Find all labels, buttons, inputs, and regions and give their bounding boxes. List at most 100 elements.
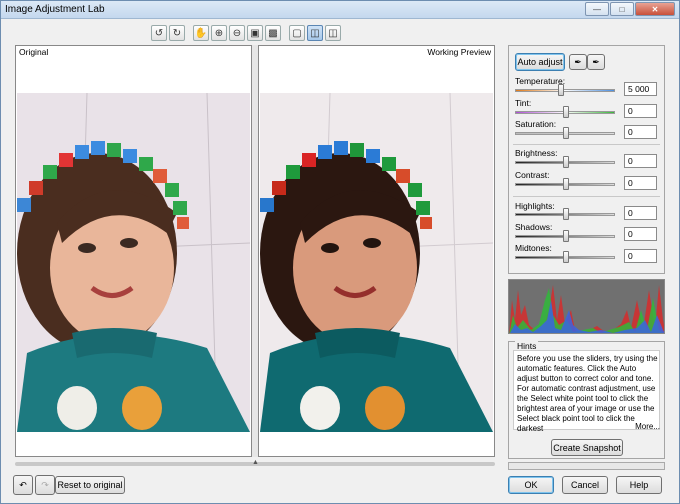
brightness-slider[interactable] — [515, 156, 615, 168]
white-point-eyedropper-icon: ✒ — [574, 56, 582, 67]
saturation-field[interactable]: 0 — [624, 125, 657, 139]
temperature-slider[interactable] — [515, 84, 615, 96]
separator — [513, 196, 660, 197]
rotate-left-button[interactable]: ↺ — [151, 25, 167, 41]
brightness-thumb[interactable] — [563, 156, 569, 168]
original-label: Original — [19, 47, 49, 57]
tint-slider[interactable] — [515, 106, 615, 118]
tint-label: Tint: — [515, 98, 532, 108]
zoom-fit-button[interactable]: ▣ — [247, 25, 263, 41]
highlights-thumb[interactable] — [563, 208, 569, 220]
cancel-label: Cancel — [570, 480, 599, 490]
highlights-slider[interactable] — [515, 208, 615, 220]
zoom-out-button[interactable]: ⊖ — [229, 25, 245, 41]
pan-hand-icon: ✋ — [194, 27, 208, 39]
close-button[interactable]: ✕ — [635, 2, 675, 16]
tint-field[interactable]: 0 — [624, 104, 657, 118]
highlights-field[interactable]: 0 — [624, 206, 657, 220]
auto-adjust-button[interactable]: Auto adjust — [515, 53, 565, 71]
help-button[interactable]: Help — [616, 476, 662, 494]
midtones-slider[interactable] — [515, 251, 615, 263]
minimize-icon: — — [593, 4, 601, 14]
reset-to-original-button[interactable]: Reset to original — [55, 476, 125, 494]
contrast-field[interactable]: 0 — [624, 176, 657, 190]
single-view-icon: ▢ — [292, 27, 302, 39]
create-snapshot-button[interactable]: Create Snapshot — [551, 439, 623, 456]
bottom-bar: ↶ ↷ Reset to original OK Cancel Help — [1, 473, 679, 503]
shadows-thumb[interactable] — [563, 230, 569, 242]
original-pane: Original — [15, 45, 252, 457]
single-view-button[interactable]: ▢ — [289, 25, 305, 41]
minimize-button[interactable]: — — [585, 2, 609, 16]
auto-adjust-label: Auto adjust — [517, 57, 563, 67]
pan-tool-button[interactable]: ✋ — [193, 25, 209, 41]
progress-bar — [508, 462, 665, 470]
maximize-button[interactable]: □ — [610, 2, 634, 16]
histogram-graph — [509, 280, 664, 333]
create-snapshot-label: Create Snapshot — [553, 442, 621, 453]
cancel-button[interactable]: Cancel — [562, 476, 608, 494]
adjustment-panel: Auto adjust ✒ ✒ Temperature: 5 000 Tint:… — [508, 45, 665, 274]
hints-textbox: Before you use the sliders, try using th… — [513, 350, 660, 433]
maximize-icon: □ — [619, 4, 625, 14]
midtones-label: Midtones: — [515, 243, 552, 253]
histogram — [508, 279, 665, 334]
saturation-slider[interactable] — [515, 127, 615, 139]
image-adjustment-dialog: Image Adjustment Lab — □ ✕ ↺ ↻ ✋ ⊕ ⊖ ▣ ▩… — [0, 0, 680, 504]
contrast-slider[interactable] — [515, 178, 615, 190]
split-preview-button[interactable]: ◫ — [325, 25, 341, 41]
highlights-label: Highlights: — [515, 201, 555, 211]
ok-button[interactable]: OK — [508, 476, 554, 494]
reset-label: Reset to original — [57, 480, 123, 490]
midtones-field[interactable]: 0 — [624, 249, 657, 263]
temperature-field[interactable]: 5 000 — [624, 82, 657, 96]
shadows-field[interactable]: 0 — [624, 227, 657, 241]
zoom-in-button[interactable]: ⊕ — [211, 25, 227, 41]
undo-button[interactable]: ↶ — [13, 475, 33, 495]
redo-button[interactable]: ↷ — [35, 475, 55, 495]
brightness-field[interactable]: 0 — [624, 154, 657, 168]
brightness-label: Brightness: — [515, 148, 558, 158]
collapse-arrow-icon[interactable]: ▲ — [252, 459, 259, 466]
undo-icon: ↶ — [19, 479, 27, 490]
zoom-in-icon: ⊕ — [214, 27, 224, 39]
original-photo[interactable] — [17, 93, 250, 432]
split-view-icon: ◫ — [310, 27, 320, 39]
rotate-right-button[interactable]: ↻ — [169, 25, 185, 41]
separator — [513, 144, 660, 145]
white-point-button[interactable]: ✒ — [569, 54, 587, 70]
split-preview-icon: ◫ — [328, 27, 338, 39]
rotate-left-icon: ↺ — [154, 27, 164, 39]
actual-size-button[interactable]: ▩ — [265, 25, 281, 41]
title-bar: Image Adjustment Lab — □ ✕ — [1, 1, 679, 19]
view-toolbar: ↺ ↻ ✋ ⊕ ⊖ ▣ ▩ ▢ ◫ ◫ — [151, 25, 341, 41]
preview-photo[interactable] — [260, 93, 493, 432]
help-label: Help — [629, 480, 649, 490]
contrast-label: Contrast: — [515, 170, 550, 180]
redo-icon: ↷ — [41, 479, 49, 490]
midtones-thumb[interactable] — [563, 251, 569, 263]
ok-label: OK — [524, 480, 538, 490]
saturation-thumb[interactable] — [563, 127, 569, 139]
temperature-thumb[interactable] — [558, 84, 564, 96]
tint-thumb[interactable] — [563, 106, 569, 118]
hints-panel: Hints Before you use the sliders, try us… — [508, 341, 665, 459]
rotate-right-icon: ↻ — [172, 27, 182, 39]
actual-size-icon: ▩ — [268, 27, 278, 39]
working-preview-label: Working Preview — [427, 47, 491, 57]
black-point-button[interactable]: ✒ — [587, 54, 605, 70]
saturation-label: Saturation: — [515, 119, 557, 129]
close-icon: ✕ — [651, 4, 659, 14]
original-image — [17, 93, 250, 432]
more-link[interactable]: More... — [635, 422, 660, 431]
window-title: Image Adjustment Lab — [5, 4, 105, 15]
zoom-out-icon: ⊖ — [232, 27, 242, 39]
zoom-fit-icon: ▣ — [250, 27, 260, 39]
contrast-thumb[interactable] — [563, 178, 569, 190]
shadows-slider[interactable] — [515, 230, 615, 242]
split-view-button[interactable]: ◫ — [307, 25, 323, 41]
preview-image — [260, 93, 493, 432]
black-point-eyedropper-icon: ✒ — [592, 56, 600, 67]
shadows-label: Shadows: — [515, 222, 553, 232]
working-preview-pane: Working Preview — [258, 45, 495, 457]
